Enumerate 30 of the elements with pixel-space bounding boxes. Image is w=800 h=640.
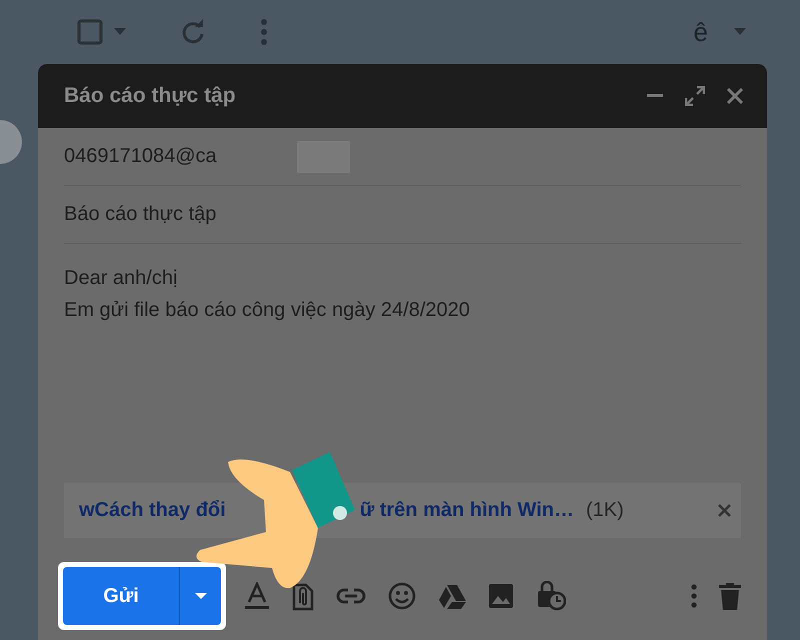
refresh-icon[interactable]: [180, 19, 206, 45]
send-button[interactable]: Gửi: [63, 567, 179, 625]
recipient-field[interactable]: 0469171084@ca: [64, 145, 217, 168]
account-letter[interactable]: ê: [694, 16, 708, 48]
image-icon[interactable]: [488, 583, 514, 609]
attachment-name[interactable]: wCách thay đổi: [79, 499, 226, 522]
caret-icon: [194, 592, 206, 600]
lock-clock-icon[interactable]: [536, 581, 566, 611]
message-line: Em gửi file báo cáo công việc ngày 24/8/2020: [64, 298, 471, 323]
more-icon[interactable]: [260, 19, 268, 45]
trash-icon[interactable]: [719, 582, 741, 610]
window-title: Báo cáo thực tập: [64, 84, 236, 108]
send-options-button[interactable]: [179, 567, 221, 625]
caret-icon[interactable]: [114, 28, 126, 36]
attach-icon[interactable]: [292, 581, 314, 611]
subject-field[interactable]: Báo cáo thực tập: [64, 203, 216, 226]
caret-icon[interactable]: [734, 28, 746, 36]
expand-icon[interactable]: [685, 86, 705, 106]
drive-icon[interactable]: [438, 584, 466, 608]
attachment-size: (1K): [586, 499, 624, 522]
minimize-icon[interactable]: [647, 94, 663, 98]
link-icon[interactable]: [336, 588, 366, 604]
emoji-icon[interactable]: [388, 582, 416, 610]
remove-icon[interactable]: [718, 504, 731, 517]
text-format-icon[interactable]: [244, 582, 270, 610]
attachment-name[interactable]: ữ trên màn hình Win…: [360, 499, 574, 522]
more-icon[interactable]: [691, 584, 697, 608]
close-icon[interactable]: [727, 88, 743, 104]
checkbox-icon[interactable]: [76, 18, 104, 46]
message-line: Dear anh/chị: [64, 266, 178, 291]
